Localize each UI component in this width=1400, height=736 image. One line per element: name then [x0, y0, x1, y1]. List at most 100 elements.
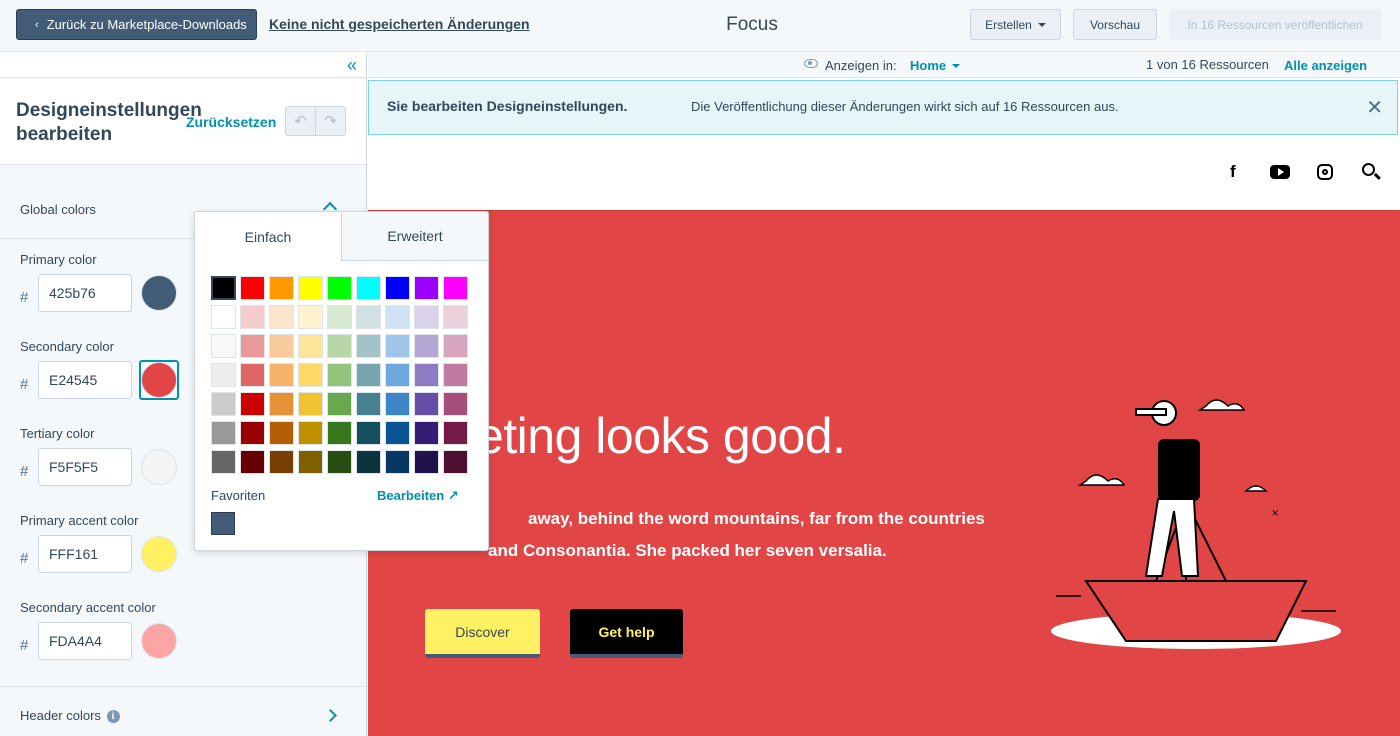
- palette-color-cell[interactable]: [269, 450, 294, 474]
- palette-color-cell[interactable]: [298, 363, 323, 387]
- close-icon[interactable]: ✕: [1366, 95, 1383, 120]
- palette-color-cell[interactable]: [240, 363, 265, 387]
- palette-color-cell[interactable]: [414, 421, 439, 445]
- palette-color-cell[interactable]: [240, 392, 265, 416]
- palette-color-cell[interactable]: [269, 276, 294, 300]
- palette-color-cell[interactable]: [385, 276, 410, 300]
- palette-color-cell[interactable]: [269, 392, 294, 416]
- palette-color-cell[interactable]: [211, 276, 236, 300]
- palette-color-cell[interactable]: [356, 305, 381, 329]
- palette-color-cell[interactable]: [211, 334, 236, 358]
- palette-color-cell[interactable]: [211, 305, 236, 329]
- palette-color-cell[interactable]: [385, 305, 410, 329]
- palette-color-cell[interactable]: [385, 334, 410, 358]
- palette-color-cell[interactable]: [356, 363, 381, 387]
- palette-color-cell[interactable]: [443, 392, 468, 416]
- publish-button[interactable]: In 16 Ressourcen veröffentlichen: [1169, 9, 1381, 40]
- palette-color-cell[interactable]: [211, 450, 236, 474]
- redo-icon[interactable]: ↷: [316, 107, 345, 135]
- search-icon[interactable]: [1362, 163, 1381, 180]
- reset-link[interactable]: Zurücksetzen: [186, 114, 276, 130]
- tertiary-color-hex-input[interactable]: F5F5F5: [38, 448, 132, 486]
- palette-color-cell[interactable]: [240, 276, 265, 300]
- palette-color-cell[interactable]: [356, 421, 381, 445]
- palette-color-cell[interactable]: [443, 450, 468, 474]
- palette-color-cell[interactable]: [298, 305, 323, 329]
- palette-color-cell[interactable]: [298, 421, 323, 445]
- youtube-icon[interactable]: [1270, 165, 1290, 179]
- palette-color-cell[interactable]: [385, 392, 410, 416]
- palette-color-cell[interactable]: [240, 450, 265, 474]
- primary-color-swatch-button[interactable]: [139, 273, 179, 313]
- palette-color-cell[interactable]: [298, 334, 323, 358]
- palette-color-cell[interactable]: [414, 334, 439, 358]
- palette-color-cell[interactable]: [327, 305, 352, 329]
- palette-color-cell[interactable]: [356, 334, 381, 358]
- palette-color-cell[interactable]: [327, 363, 352, 387]
- palette-color-cell[interactable]: [240, 305, 265, 329]
- resource-count: 1 von 16 Ressourcen: [1146, 57, 1269, 72]
- primary-accent-color-hex-input[interactable]: FFF161: [38, 535, 132, 573]
- header-colors-section-toggle[interactable]: Header colors i: [0, 686, 366, 736]
- get-help-button[interactable]: Get help: [570, 609, 683, 658]
- palette-color-cell[interactable]: [269, 421, 294, 445]
- palette-color-cell[interactable]: [443, 276, 468, 300]
- palette-color-cell[interactable]: [327, 276, 352, 300]
- tertiary-color-swatch-button[interactable]: [139, 447, 179, 487]
- palette-color-cell[interactable]: [298, 392, 323, 416]
- edit-favorites-link[interactable]: Bearbeiten ↗: [377, 488, 459, 504]
- show-all-link[interactable]: Alle anzeigen: [1284, 58, 1367, 73]
- palette-color-cell[interactable]: [414, 305, 439, 329]
- tab-simple[interactable]: Einfach: [195, 212, 341, 261]
- palette-color-cell[interactable]: [240, 334, 265, 358]
- color-palette-grid: [211, 276, 471, 479]
- palette-color-cell[interactable]: [211, 392, 236, 416]
- undo-icon[interactable]: ↶: [286, 107, 316, 135]
- secondary-accent-color-swatch-button[interactable]: [139, 621, 179, 661]
- secondary-color-swatch-button[interactable]: [139, 360, 179, 400]
- palette-color-cell[interactable]: [327, 392, 352, 416]
- primary-color-hex-input[interactable]: 425b76: [38, 274, 132, 312]
- palette-color-cell[interactable]: [414, 276, 439, 300]
- palette-color-cell[interactable]: [443, 305, 468, 329]
- palette-color-cell[interactable]: [269, 363, 294, 387]
- hero-subtitle: away, behind the word mountains, far fro…: [428, 503, 988, 567]
- palette-color-cell[interactable]: [211, 363, 236, 387]
- palette-color-cell[interactable]: [327, 421, 352, 445]
- palette-color-cell[interactable]: [414, 363, 439, 387]
- palette-color-cell[interactable]: [443, 421, 468, 445]
- create-button[interactable]: Erstellen: [970, 9, 1061, 40]
- secondary-accent-color-hex-input[interactable]: FDA4A4: [38, 622, 132, 660]
- palette-color-cell[interactable]: [327, 334, 352, 358]
- discover-button[interactable]: Discover: [425, 609, 540, 658]
- palette-color-cell[interactable]: [269, 334, 294, 358]
- primary-accent-color-swatch-button[interactable]: [139, 534, 179, 574]
- palette-color-cell[interactable]: [356, 392, 381, 416]
- palette-color-cell[interactable]: [356, 276, 381, 300]
- palette-color-cell[interactable]: [443, 363, 468, 387]
- instagram-icon[interactable]: [1317, 164, 1333, 180]
- palette-color-cell[interactable]: [385, 450, 410, 474]
- double-chevron-left-icon[interactable]: «: [347, 55, 357, 76]
- palette-color-cell[interactable]: [327, 450, 352, 474]
- palette-color-cell[interactable]: [298, 276, 323, 300]
- show-in-page-dropdown[interactable]: Home: [910, 58, 961, 73]
- palette-color-cell[interactable]: [385, 363, 410, 387]
- back-to-marketplace-button[interactable]: ‹ Zurück zu Marketplace-Downloads: [16, 9, 257, 40]
- facebook-icon[interactable]: f: [1230, 162, 1236, 182]
- palette-color-cell[interactable]: [298, 450, 323, 474]
- palette-color-cell[interactable]: [211, 421, 236, 445]
- preview-button[interactable]: Vorschau: [1073, 9, 1157, 40]
- tab-advanced[interactable]: Erweitert: [341, 212, 488, 261]
- palette-color-cell[interactable]: [356, 450, 381, 474]
- unsaved-changes-link[interactable]: Keine nicht gespeicherten Änderungen: [269, 16, 530, 32]
- palette-color-cell[interactable]: [443, 334, 468, 358]
- palette-color-cell[interactable]: [414, 392, 439, 416]
- secondary-color-hex-input[interactable]: E24545: [38, 361, 132, 399]
- info-icon[interactable]: i: [106, 710, 120, 724]
- palette-color-cell[interactable]: [269, 305, 294, 329]
- favorite-color-swatch[interactable]: [211, 512, 235, 535]
- palette-color-cell[interactable]: [414, 450, 439, 474]
- palette-color-cell[interactable]: [240, 421, 265, 445]
- palette-color-cell[interactable]: [385, 421, 410, 445]
